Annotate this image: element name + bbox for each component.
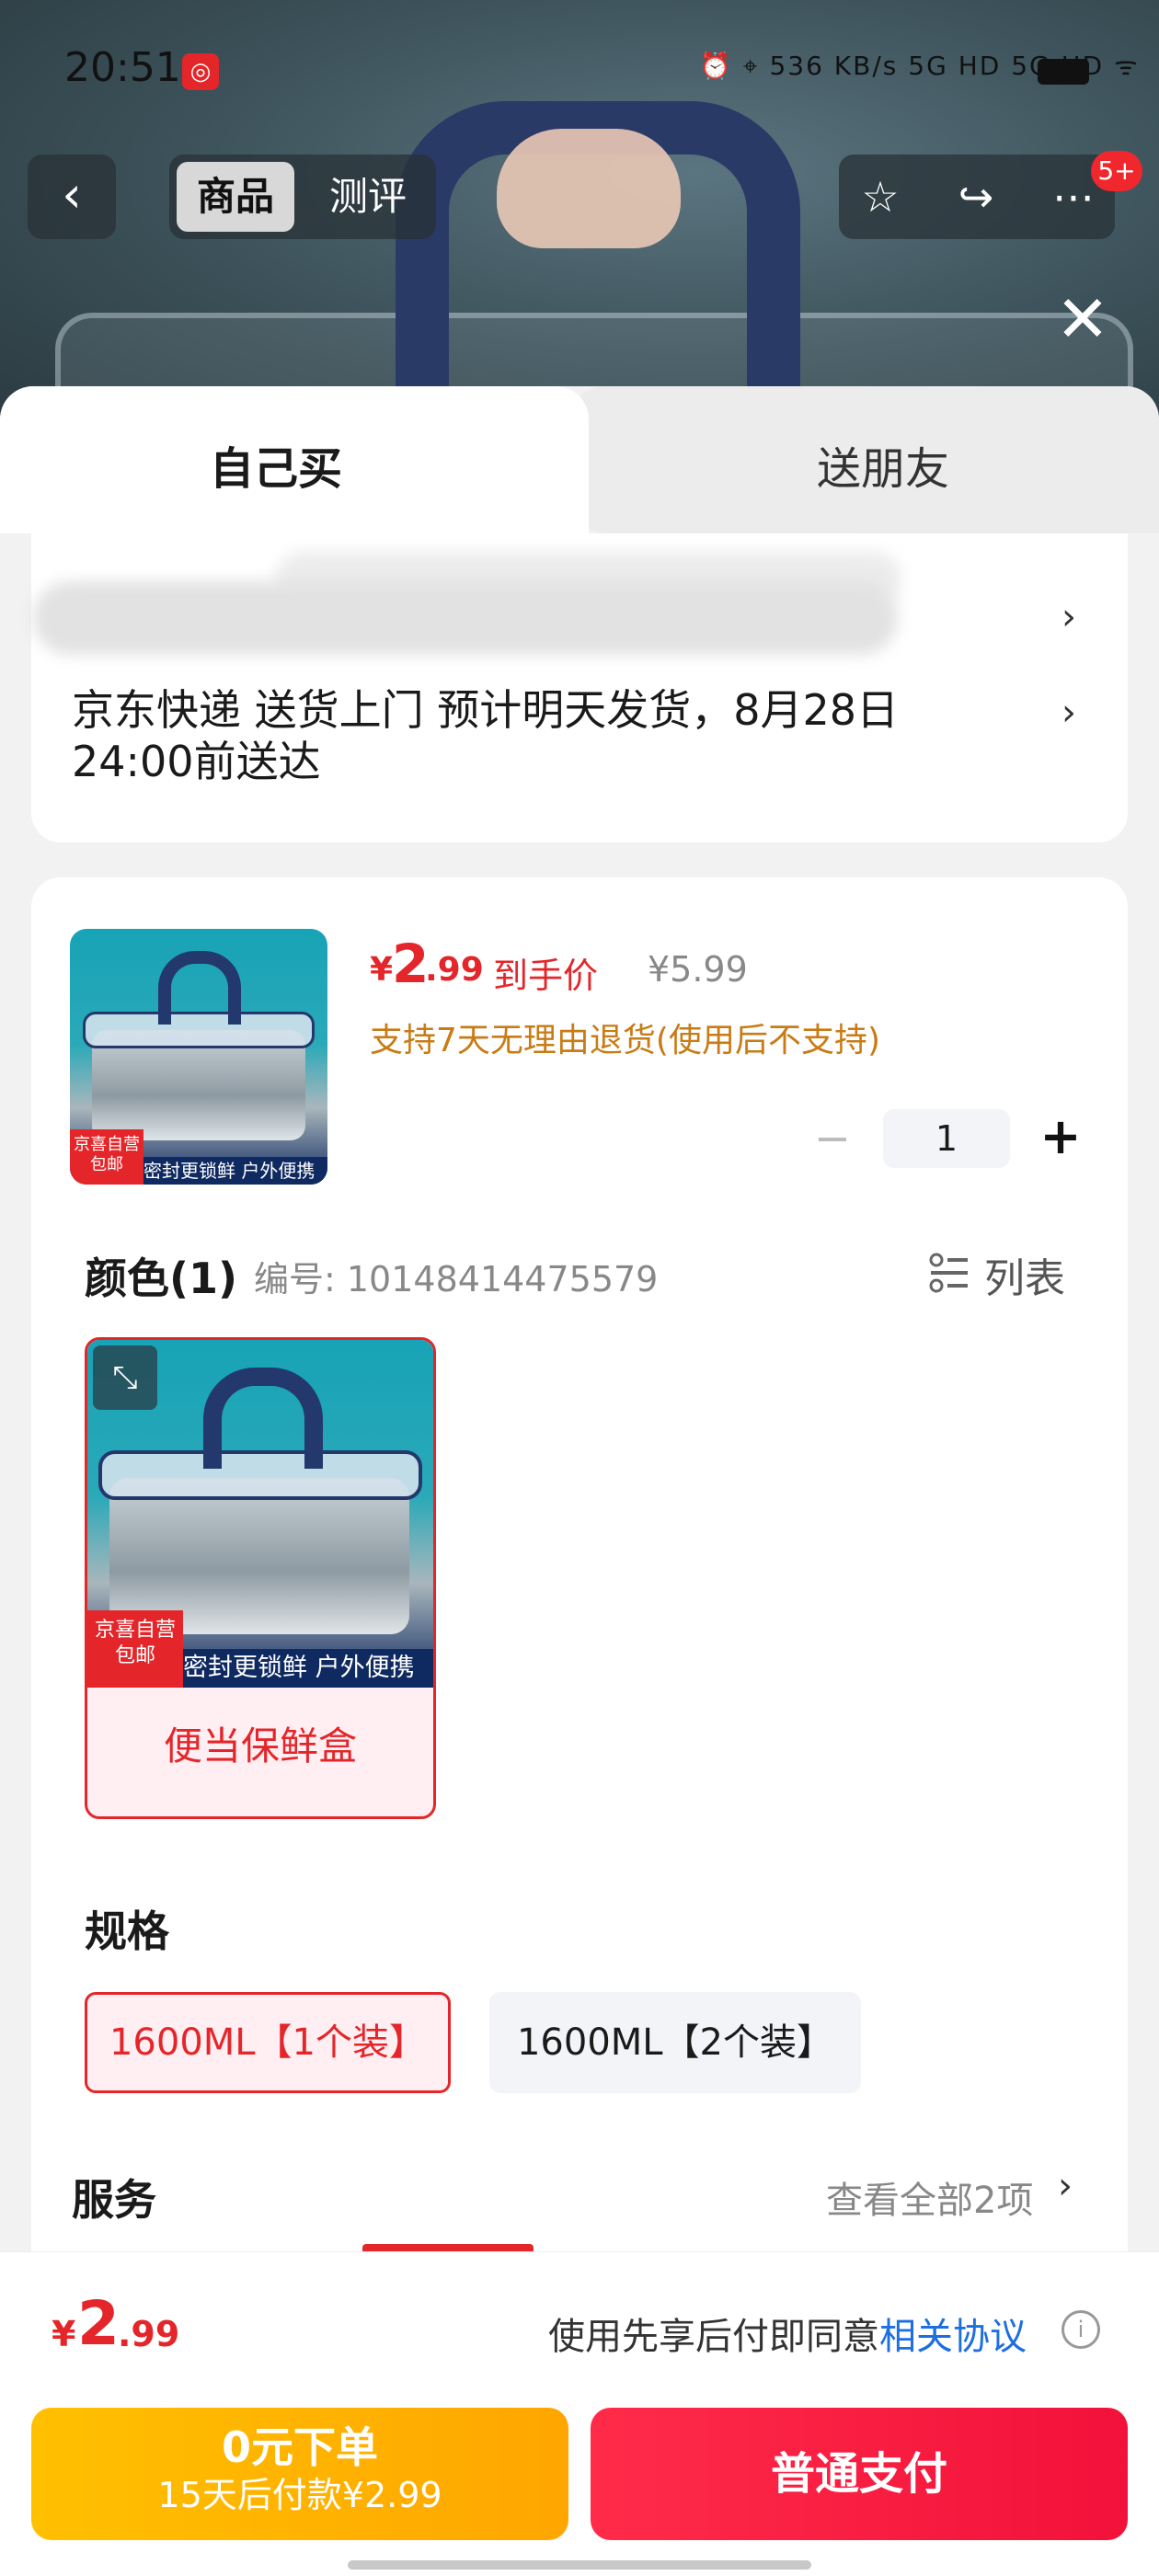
service-chevron-icon[interactable]: › [1058,2165,1073,2207]
list-view-icon[interactable] [927,1251,971,1295]
shipping-info[interactable]: 京东快递 送货上门 预计明天发货，8月28日24:00前送达 [72,684,973,787]
item-code: 编号: 10148414475579 [254,1259,659,1299]
color-option-label: 便当保鲜盒 [163,1723,357,1769]
expand-icon[interactable]: ⤡ [93,1345,157,1410]
pay-later-subtitle: 15天后付款¥2.99 [157,2475,442,2515]
container-handle [203,1368,323,1469]
price-integer: 2 [392,933,430,995]
spec-option[interactable]: 1600ML【2个装】 [489,1992,861,2093]
address-chevron-icon[interactable]: › [1061,596,1076,638]
service-section-title: 服务 [72,2175,156,2225]
home-indicator[interactable] [348,2560,811,2570]
back-button[interactable]: ‹ [28,155,116,239]
free-shipping-tag: 京喜自营 包邮 [70,1129,143,1185]
status-time: 20:51 [64,44,181,91]
spec-section-title: 规格 [85,1906,169,1956]
free-shipping-tag: 京喜自营 包邮 [87,1610,183,1688]
address-redacted[interactable] [33,581,898,655]
hero-hand [497,129,681,248]
color-option-selected[interactable]: 京喜自营 包邮 密封更锁鲜 户外便携 ⤡ 便当保鲜盒 [85,1337,436,1819]
container-handle [158,951,241,1025]
quantity-decrease-button[interactable]: − [800,1109,865,1168]
total-price-decimal: .99 [118,2314,180,2354]
list-view-label[interactable]: 列表 [984,1245,1065,1304]
product-thumbnail[interactable]: 京喜自营 包邮 密封更锁鲜 户外便携 [70,929,327,1185]
quantity-increase-button[interactable]: + [1028,1107,1093,1166]
agreement-link[interactable]: 相关协议 [879,2316,1027,2358]
price-currency: ¥ [370,951,394,989]
image-slogan: 密封更锁鲜 户外便携 [183,1649,433,1688]
return-policy: 支持7天无理由退货(使用后不支持) [370,1022,880,1059]
tab-buy-self-label: 自己买 [209,443,342,495]
final-price-label: 到手价 [493,956,599,996]
share-icon[interactable]: ↪ [935,155,1017,239]
shipping-chevron-icon[interactable]: › [1061,692,1076,734]
tab-reviews[interactable]: 测评 [309,162,427,232]
favorite-star-icon[interactable]: ☆ [839,155,922,239]
battery-icon [1038,59,1089,85]
tab-product[interactable]: 商品 [177,162,294,232]
thumb-slogan: 密封更锁鲜 户外便携 [143,1157,327,1185]
total-price-integer: 2 [77,2288,120,2359]
info-icon[interactable]: i [1061,2310,1100,2349]
total-currency: ¥ [52,2314,76,2354]
pay-later-title: 0元下单 [221,2422,378,2472]
spec-option-selected[interactable]: 1600ML【1个装】 [85,1992,451,2093]
service-option-peek [362,2244,534,2251]
close-icon[interactable]: ✕ [1049,285,1117,353]
agreement-text: 使用先享后付即同意相关协议 [548,2316,1027,2358]
color-section-title: 颜色(1) [85,1254,238,1303]
message-badge: 5+ [1091,151,1142,191]
original-price: ¥5.99 [648,949,748,990]
tab-gift-friend-label: 送朋友 [816,443,949,495]
pay-now-button[interactable]: 普通支付 [591,2408,1128,2540]
pay-later-button[interactable]: 0元下单 15天后付款¥2.99 [31,2408,568,2540]
app-notification-icon: ◎ [182,53,219,90]
quantity-input[interactable]: 1 [883,1109,1010,1168]
price-decimal: .99 [425,951,484,989]
service-view-all[interactable]: 查看全部2项 [826,2170,1033,2224]
